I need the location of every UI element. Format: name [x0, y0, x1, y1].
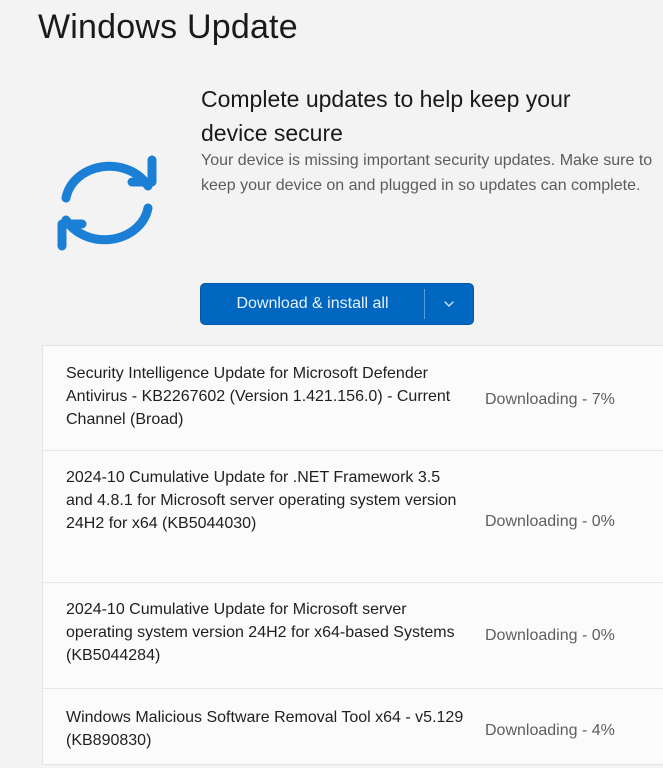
update-item: Security Intelligence Update for Microso…: [43, 346, 663, 451]
update-headline: Complete updates to help keep your devic…: [201, 86, 571, 146]
update-status: Downloading - 4%: [485, 722, 615, 739]
update-name: 2024-10 Cumulative Update for .NET Frame…: [66, 469, 457, 532]
download-install-split-button[interactable]: Download & install all: [200, 283, 474, 325]
download-install-all-button[interactable]: Download & install all: [201, 284, 424, 324]
update-item: 2024-10 Cumulative Update for .NET Frame…: [43, 450, 663, 583]
update-item: Windows Malicious Software Removal Tool …: [43, 688, 663, 768]
update-description: Your device is missing important securit…: [201, 152, 653, 194]
update-item: 2024-10 Cumulative Update for Microsoft …: [43, 582, 663, 689]
update-name: 2024-10 Cumulative Update for Microsoft …: [66, 601, 455, 664]
update-name: Security Intelligence Update for Microso…: [66, 365, 451, 428]
updates-list: Security Intelligence Update for Microso…: [42, 345, 663, 765]
sync-icon: [57, 155, 157, 251]
download-options-dropdown[interactable]: [425, 284, 473, 324]
update-name: Windows Malicious Software Removal Tool …: [66, 709, 464, 749]
page-title: Windows Update: [38, 8, 298, 46]
update-status: Downloading - 0%: [485, 513, 615, 530]
update-status: Downloading - 7%: [485, 391, 615, 408]
chevron-down-icon: [444, 301, 454, 307]
update-status: Downloading - 0%: [485, 627, 615, 644]
